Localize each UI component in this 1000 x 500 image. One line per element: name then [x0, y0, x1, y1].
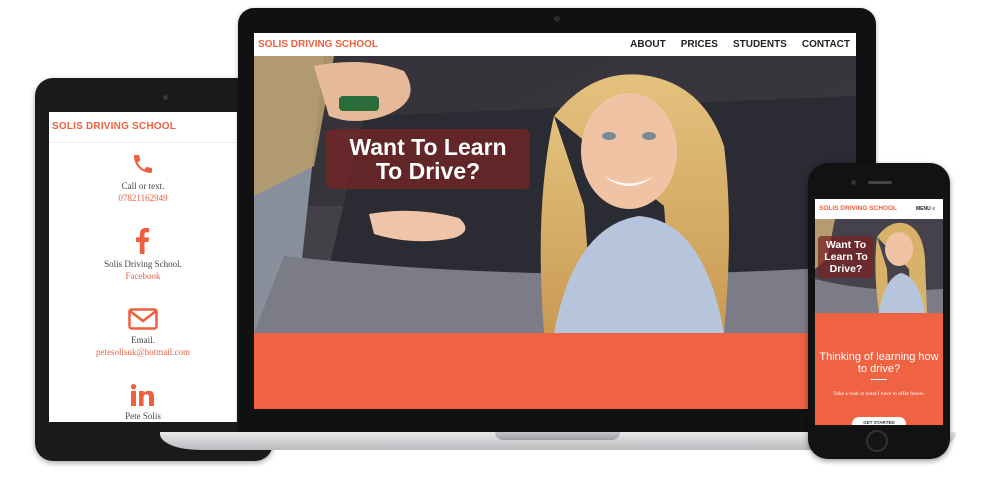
nav-links: ABOUT PRICES STUDENTS CONTACT [630, 39, 850, 50]
nav-prices[interactable]: PRICES [681, 39, 718, 50]
laptop-notch [495, 432, 620, 440]
phone-home-button[interactable] [866, 430, 888, 452]
tablet-header: SOLIS DRIVING SCHOOL [49, 112, 237, 143]
phone-divider [871, 379, 887, 380]
orange-section [254, 333, 856, 409]
menu-button[interactable]: MENU ≡ [916, 206, 935, 212]
contact-phone: Call or text. 07821162949 [49, 152, 237, 204]
tablet-brand[interactable]: SOLIS DRIVING SCHOOL [52, 121, 176, 132]
hero-image: Want To Learn To Drive? [254, 56, 856, 333]
phone-section-title: Thinking of learning how to drive? [819, 351, 939, 375]
phone-header: SOLIS DRIVING SCHOOL MENU ≡ [815, 199, 943, 219]
phone-camera [851, 180, 856, 185]
navbar: SOLIS DRIVING SCHOOL ABOUT PRICES STUDEN… [254, 33, 856, 56]
contact-facebook: Solis Driving School. Facebook [49, 228, 237, 282]
email-link[interactable]: petesolisuk@hotmail.com [49, 346, 237, 358]
phone-icon [134, 155, 152, 173]
facebook-icon [136, 228, 150, 254]
phone-speaker [868, 181, 892, 184]
nav-students[interactable]: STUDENTS [733, 39, 787, 50]
linkedin-icon [131, 384, 154, 406]
phone-hero-image: Want To Learn To Drive? [815, 219, 943, 313]
tablet-camera [163, 95, 168, 100]
phone-hero-line1: Want To [825, 239, 867, 251]
hero-photo [254, 56, 856, 333]
contact-linkedin-label: Pete Solis [125, 411, 161, 421]
phone-hero-heading: Want To Learn To Drive? [818, 239, 874, 275]
laptop-screen: SOLIS DRIVING SCHOOL ABOUT PRICES STUDEN… [254, 33, 856, 409]
hero-heading-line1: Want To Learn [349, 134, 507, 160]
nav-about[interactable]: ABOUT [630, 39, 666, 50]
get-started-button[interactable]: GET STARTED [852, 417, 906, 425]
nav-contact[interactable]: CONTACT [802, 39, 850, 50]
contact-phone-label: Call or text. [121, 181, 165, 191]
email-icon [128, 308, 158, 330]
contact-email: Email. petesolisuk@hotmail.com [49, 308, 237, 358]
contact-linkedin: Pete Solis [49, 384, 237, 422]
phone-screen: SOLIS DRIVING SCHOOL MENU ≡ Want To Lear… [815, 199, 943, 425]
contact-facebook-label: Solis Driving School. [104, 259, 182, 269]
phone-hero-line2: Learn To [824, 251, 868, 263]
phone-number-link[interactable]: 07821162949 [49, 192, 237, 204]
phone-brand[interactable]: SOLIS DRIVING SCHOOL [819, 205, 897, 212]
phone-hero-line3: Drive? [829, 263, 863, 275]
tablet-screen: SOLIS DRIVING SCHOOL Call or text. 07821… [49, 112, 237, 422]
laptop-camera [554, 16, 560, 22]
contact-email-label: Email. [131, 335, 155, 345]
hero-heading-line2: To Drive? [375, 158, 481, 184]
hero-heading: Want To Learn To Drive? [326, 135, 530, 183]
site-logo[interactable]: SOLIS DRIVING SCHOOL [258, 39, 378, 50]
phone-section-subtitle: Take a look at what I have to offer belo… [833, 391, 925, 397]
facebook-link[interactable]: Facebook [49, 270, 237, 282]
